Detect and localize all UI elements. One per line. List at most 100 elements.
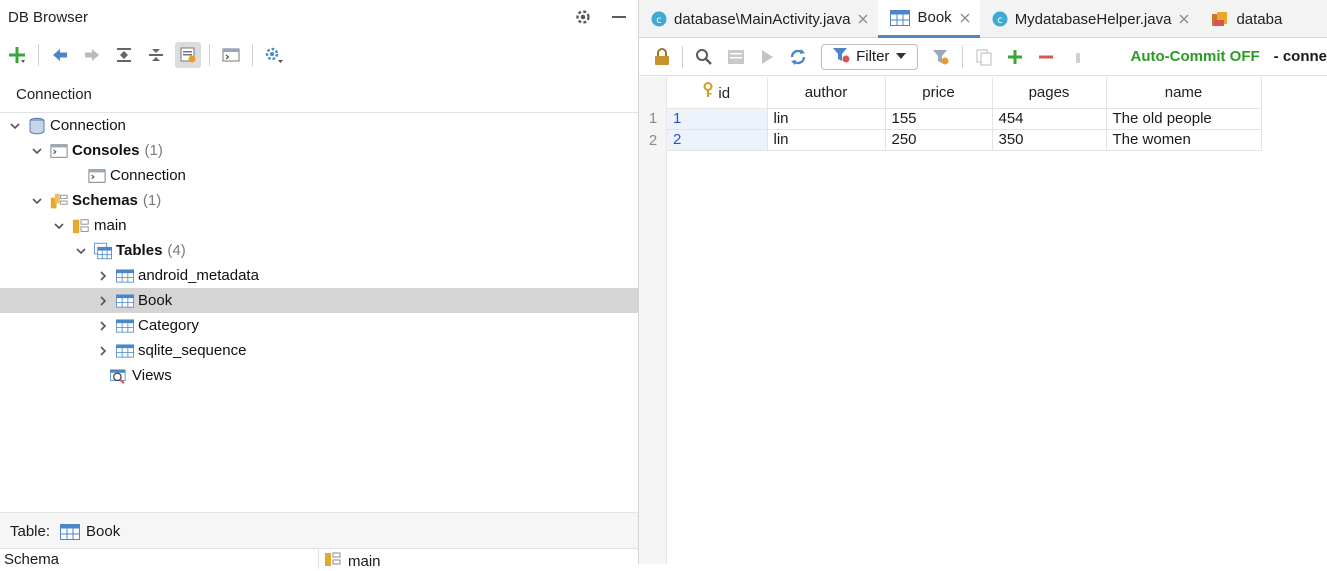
tree-node[interactable]: Consoles (1) — [0, 138, 638, 163]
table-icon — [116, 267, 134, 285]
details-label: Table: — [10, 523, 51, 540]
tree-node-count: (1) — [142, 192, 162, 209]
minimize-icon[interactable] — [608, 6, 630, 28]
table-icon — [116, 342, 134, 360]
column-header[interactable]: price — [885, 77, 993, 109]
editor-tab[interactable]: c MydatabaseHelper.java — [980, 0, 1200, 38]
settings-icon[interactable] — [261, 42, 287, 68]
table-row[interactable]: 1 lin 155 454 The old people — [667, 108, 1262, 130]
tree-node[interactable]: Tables (4) — [0, 238, 638, 263]
tree-node[interactable]: main — [0, 213, 638, 238]
table-icon — [60, 523, 81, 540]
section-header: Connection — [16, 86, 92, 103]
search-icon[interactable] — [691, 44, 716, 70]
autocommit-status[interactable]: Auto-Commit OFF — [1131, 48, 1260, 65]
row-number: 2 — [648, 132, 658, 149]
table-icon — [116, 292, 134, 310]
close-icon[interactable] — [858, 11, 868, 27]
column-header-label: price — [922, 83, 955, 101]
table-cell[interactable]: 454 — [992, 108, 1107, 130]
open-console-icon[interactable] — [218, 42, 244, 68]
table-cell[interactable]: 155 — [885, 108, 993, 130]
tree-node-label: Connection — [50, 117, 126, 134]
table-cell[interactable]: 1 — [667, 108, 768, 130]
execute-icon[interactable] — [754, 44, 779, 70]
editor-tab[interactable]: databa — [1199, 0, 1292, 38]
tree-node[interactable]: Category — [0, 313, 638, 338]
svg-text:c: c — [656, 15, 662, 26]
tree-node-label: Consoles — [72, 142, 140, 159]
delete-row-icon[interactable] — [1034, 44, 1059, 70]
table-cell[interactable]: lin — [767, 129, 886, 151]
tree-node[interactable]: Connection — [0, 163, 638, 188]
chevron-down-icon[interactable] — [74, 244, 88, 258]
tree-node-count: (1) — [144, 142, 163, 159]
tree-node[interactable]: Schemas (1) — [0, 188, 638, 213]
duplicate-row-icon[interactable] — [971, 44, 996, 70]
tab-label: database\MainActivity.java — [674, 10, 851, 28]
views-icon — [110, 367, 128, 385]
refresh-icon[interactable] — [786, 44, 811, 70]
data-toolbar: Filter Auto-Commit OFF - conne — [639, 38, 1327, 76]
filter-dropdown[interactable]: Filter — [821, 43, 919, 70]
tab-label: MydatabaseHelper.java — [1014, 10, 1172, 28]
editor-tab[interactable]: Book — [878, 0, 980, 38]
transaction-icon[interactable] — [1065, 44, 1090, 70]
editor-tab[interactable]: c database\MainActivity.java — [639, 0, 878, 38]
db-browser-panel: DB Browser Connection Connection Console… — [0, 0, 638, 570]
database-icon — [28, 117, 46, 135]
chevron-down-icon[interactable] — [52, 219, 66, 233]
column-header[interactable]: id — [667, 77, 768, 109]
chevron-down-icon[interactable] — [8, 119, 22, 133]
expand-all-icon[interactable] — [111, 42, 137, 68]
table-row[interactable]: 2 lin 250 350 The women — [667, 129, 1262, 151]
property-value: main — [348, 552, 381, 570]
connection-tree: Connection Consoles (1) Connection Schemas (1… — [0, 113, 638, 388]
java-class-icon: c — [651, 11, 667, 27]
chevron-right-icon[interactable] — [96, 294, 110, 308]
column-header[interactable]: pages — [992, 77, 1107, 109]
table-cell[interactable]: lin — [767, 108, 886, 130]
chevron-right-icon[interactable] — [96, 319, 110, 333]
schema-icon — [72, 217, 90, 235]
chevron-down-icon[interactable] — [30, 194, 44, 208]
schema-icon — [324, 551, 342, 571]
tree-node[interactable]: Views — [0, 363, 638, 388]
primary-key-icon — [703, 82, 713, 102]
table-cell[interactable]: 350 — [992, 129, 1107, 151]
tree-node-label: main — [94, 217, 127, 234]
filter-label: Filter — [856, 48, 890, 65]
column-header-label: id — [718, 85, 731, 103]
filter-icon — [832, 47, 850, 67]
clear-filter-icon[interactable] — [928, 44, 953, 70]
lock-icon[interactable] — [649, 44, 674, 70]
table-cell[interactable]: The old people — [1106, 108, 1262, 130]
tree-node-label: Views — [132, 367, 172, 384]
tree-node-label: android_metadata — [138, 267, 259, 284]
tree-node[interactable]: android_metadata — [0, 263, 638, 288]
tree-node[interactable]: Connection — [0, 113, 638, 138]
panel-title: DB Browser — [8, 9, 89, 26]
record-view-icon[interactable] — [723, 44, 748, 70]
tree-node-label: sqlite_sequence — [138, 342, 247, 359]
column-header[interactable]: name — [1106, 77, 1262, 109]
column-header[interactable]: author — [767, 77, 886, 109]
collapse-all-icon[interactable] — [143, 42, 169, 68]
add-connection-icon[interactable] — [4, 42, 30, 68]
tree-node[interactable]: sqlite_sequence — [0, 338, 638, 363]
chevron-down-icon[interactable] — [30, 144, 44, 158]
close-icon[interactable] — [1179, 11, 1189, 27]
properties-row: Schema main — [0, 548, 638, 571]
chevron-right-icon[interactable] — [96, 269, 110, 283]
table-cell[interactable]: 250 — [885, 129, 993, 151]
chevron-right-icon[interactable] — [96, 344, 110, 358]
table-cell[interactable]: The women — [1106, 129, 1262, 151]
back-icon[interactable] — [47, 42, 73, 68]
autoscroll-icon[interactable] — [175, 42, 201, 68]
table-cell[interactable]: 2 — [667, 129, 768, 151]
close-icon[interactable] — [960, 10, 970, 26]
gear-icon[interactable] — [572, 6, 594, 28]
add-row-icon[interactable] — [1002, 44, 1027, 70]
forward-icon[interactable] — [79, 42, 105, 68]
tree-node[interactable]: Book — [0, 288, 638, 313]
